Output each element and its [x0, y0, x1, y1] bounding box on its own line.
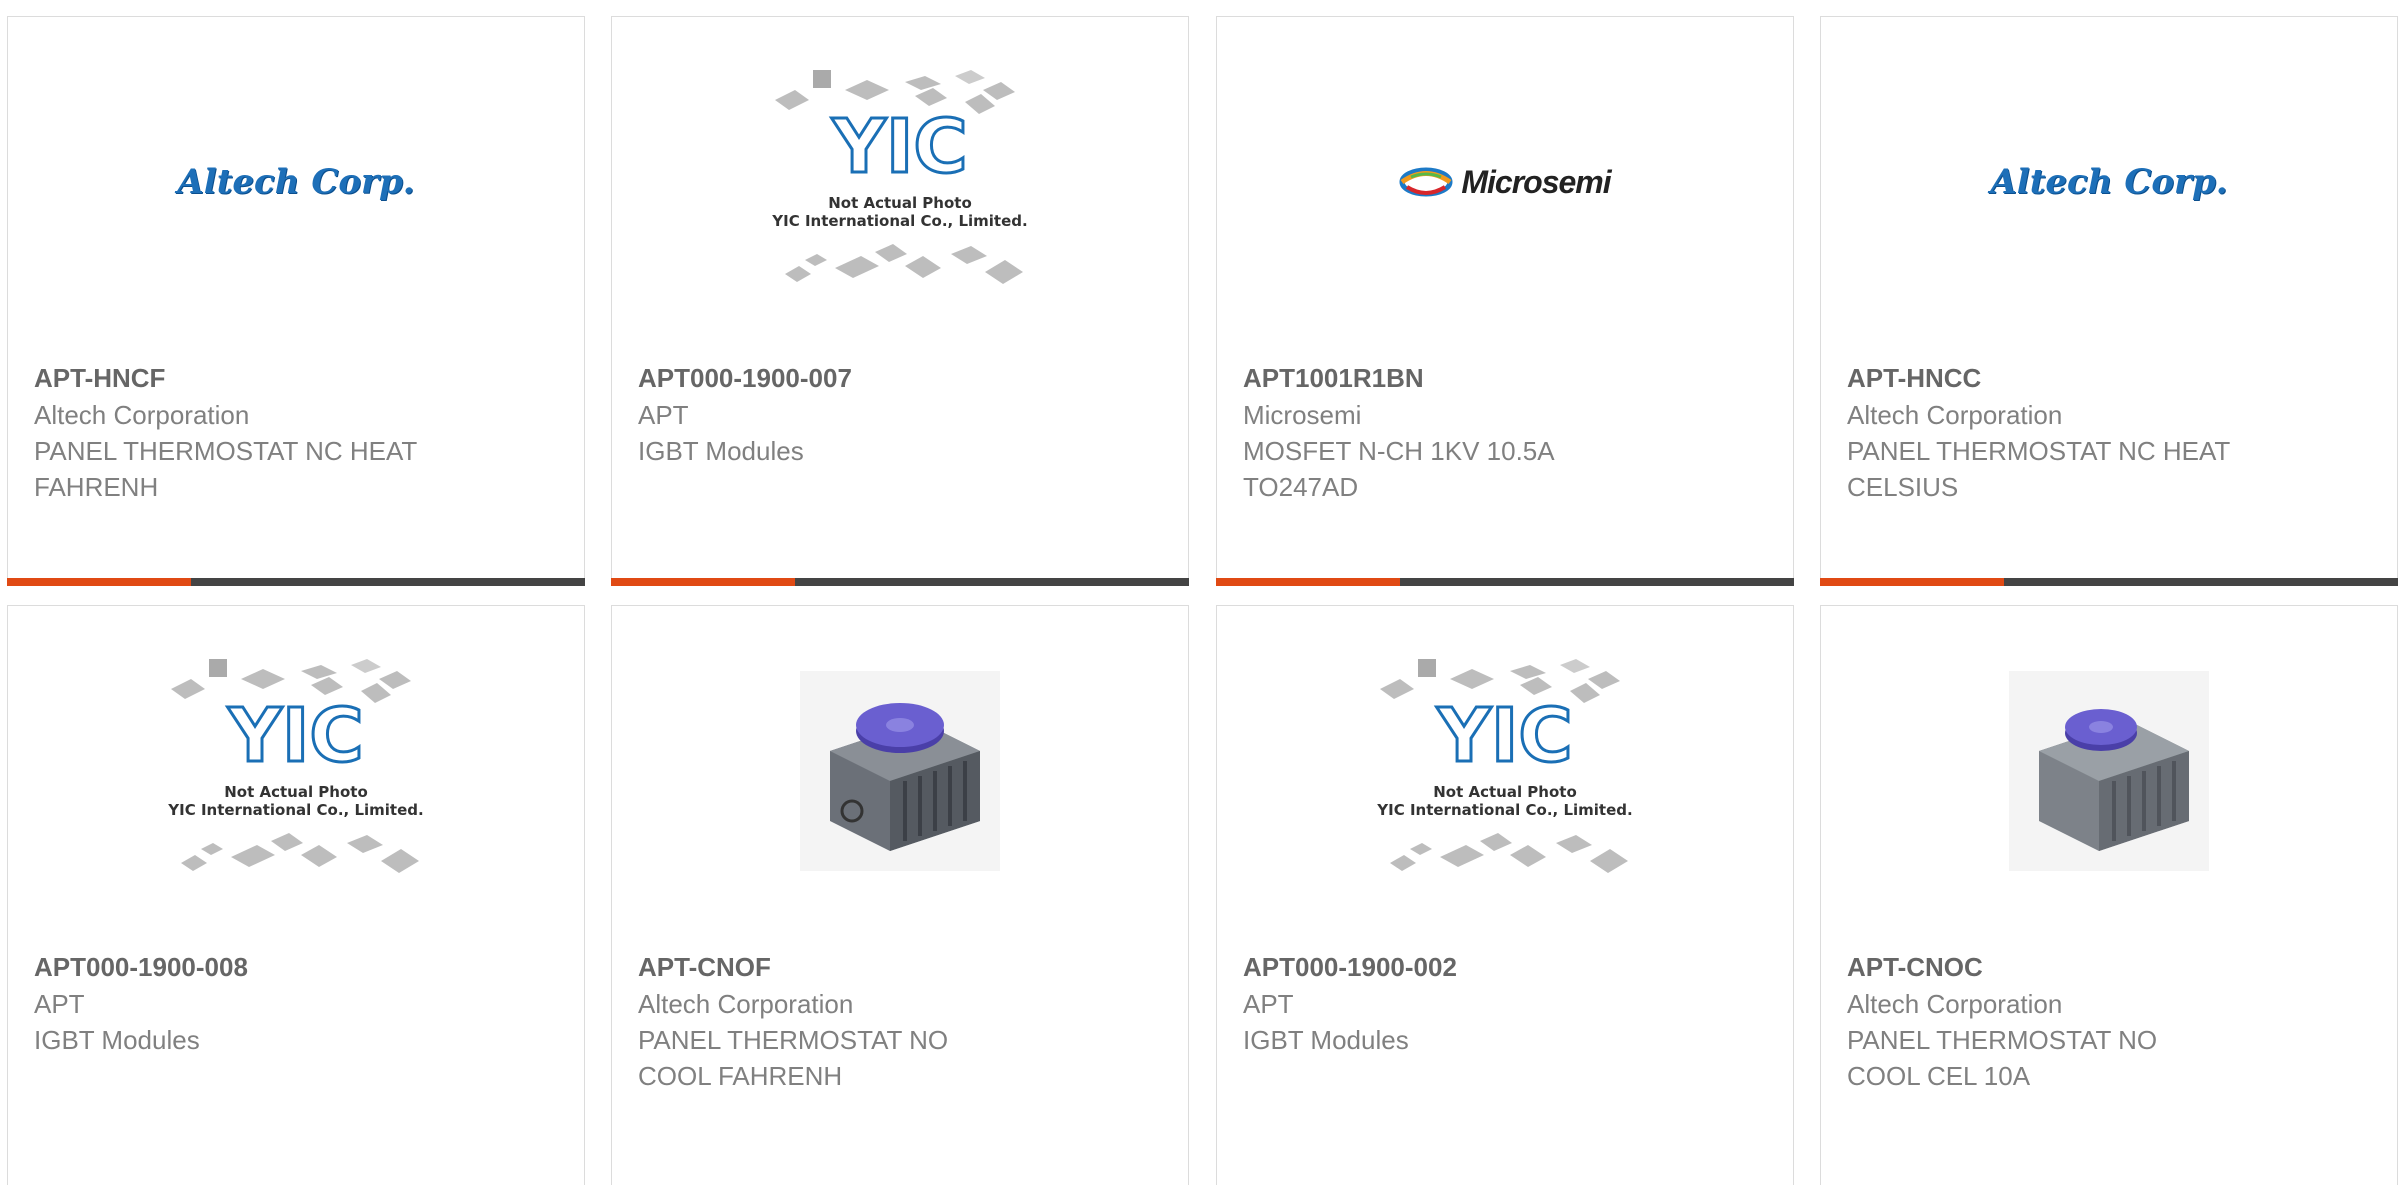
description-line: PANEL THERMOSTAT NC HEAT: [34, 436, 418, 466]
description-line: PANEL THERMOSTAT NO: [1847, 1025, 2158, 1055]
yic-placeholder-image: YIC Not Actual Photo YIC International C…: [161, 651, 431, 891]
yic-placeholder-image: YIC Not Actual Photo YIC International C…: [1370, 651, 1640, 891]
yic-placeholder-image: YIC Not Actual Photo YIC International C…: [765, 62, 1035, 302]
yic-caption: YIC International Co., Limited.: [1377, 801, 1633, 819]
part-number[interactable]: APT-HNCC: [1847, 359, 2377, 397]
product-image[interactable]: [1821, 606, 2397, 936]
description-line: MOSFET N-CH 1KV 10.5A: [1243, 436, 1555, 466]
product-grid: Altech Corp. APT-HNCF Altech Corporation…: [0, 0, 2400, 1185]
description-line: COOL CEL 10A: [1847, 1061, 2031, 1091]
manufacturer: Microsemi: [1243, 400, 1362, 430]
description-line: PANEL THERMOSTAT NO: [638, 1025, 949, 1055]
description-line: TO247AD: [1243, 472, 1359, 502]
manufacturer: Altech Corporation: [638, 989, 854, 1019]
product-card[interactable]: APT-CNOF Altech Corporation PANEL THERMO…: [611, 605, 1189, 1185]
product-card[interactable]: Microsemi APT1001R1BN Microsemi MOSFET N…: [1216, 16, 1794, 586]
card-bottom-bar: [1820, 578, 2398, 586]
yic-caption: Not Actual Photo: [828, 194, 972, 212]
part-number[interactable]: APT-HNCF: [34, 359, 564, 397]
altech-logo: Altech Corp.: [1990, 162, 2228, 202]
thermostat-photo: [800, 671, 1000, 871]
yic-caption: Not Actual Photo: [224, 783, 368, 801]
card-bottom-bar: [7, 578, 585, 586]
product-image[interactable]: YIC Not Actual Photo YIC International C…: [8, 606, 584, 936]
part-number[interactable]: APT-CNOF: [638, 948, 1168, 986]
product-card[interactable]: YIC Not Actual Photo YIC International C…: [611, 16, 1189, 586]
card-bottom-bar: [611, 578, 1189, 586]
altech-logo: Altech Corp.: [177, 162, 415, 202]
product-card[interactable]: YIC Not Actual Photo YIC International C…: [7, 605, 585, 1185]
description-line: IGBT Modules: [638, 436, 804, 466]
microsemi-logo: Microsemi: [1399, 164, 1612, 201]
description-line: IGBT Modules: [34, 1025, 200, 1055]
part-number[interactable]: APT000-1900-007: [638, 359, 1168, 397]
thermostat-photo: [2009, 671, 2209, 871]
product-image[interactable]: [612, 606, 1188, 936]
svg-text:YIC: YIC: [831, 104, 967, 190]
product-card[interactable]: Altech Corp. APT-HNCF Altech Corporation…: [7, 16, 585, 586]
manufacturer: APT: [638, 400, 689, 430]
description-line: FAHRENH: [34, 472, 159, 502]
microsemi-swirl-icon: [1399, 167, 1453, 197]
part-number[interactable]: APT1001R1BN: [1243, 359, 1773, 397]
svg-text:YIC: YIC: [1436, 693, 1572, 779]
description-line: CELSIUS: [1847, 472, 1959, 502]
product-image[interactable]: Altech Corp.: [8, 17, 584, 347]
product-image[interactable]: Microsemi: [1217, 17, 1793, 347]
manufacturer: Altech Corporation: [1847, 400, 2063, 430]
part-number[interactable]: APT-CNOC: [1847, 948, 2377, 986]
part-number[interactable]: APT000-1900-002: [1243, 948, 1773, 986]
part-number[interactable]: APT000-1900-008: [34, 948, 564, 986]
manufacturer: APT: [34, 989, 85, 1019]
description-line: PANEL THERMOSTAT NC HEAT: [1847, 436, 2231, 466]
manufacturer: APT: [1243, 989, 1294, 1019]
product-image[interactable]: YIC Not Actual Photo YIC International C…: [1217, 606, 1793, 936]
manufacturer: Altech Corporation: [1847, 989, 2063, 1019]
product-card[interactable]: Altech Corp. APT-HNCC Altech Corporation…: [1820, 16, 2398, 586]
yic-caption: YIC International Co., Limited.: [168, 801, 424, 819]
manufacturer: Altech Corporation: [34, 400, 250, 430]
svg-text:YIC: YIC: [227, 693, 363, 779]
product-card[interactable]: APT-CNOC Altech Corporation PANEL THERMO…: [1820, 605, 2398, 1185]
product-image[interactable]: Altech Corp.: [1821, 17, 2397, 347]
description-line: COOL FAHRENH: [638, 1061, 843, 1091]
product-card[interactable]: YIC Not Actual Photo YIC International C…: [1216, 605, 1794, 1185]
yic-caption: YIC International Co., Limited.: [772, 212, 1028, 230]
yic-caption: Not Actual Photo: [1433, 783, 1577, 801]
description-line: IGBT Modules: [1243, 1025, 1409, 1055]
product-image[interactable]: YIC Not Actual Photo YIC International C…: [612, 17, 1188, 347]
card-bottom-bar: [1216, 578, 1794, 586]
